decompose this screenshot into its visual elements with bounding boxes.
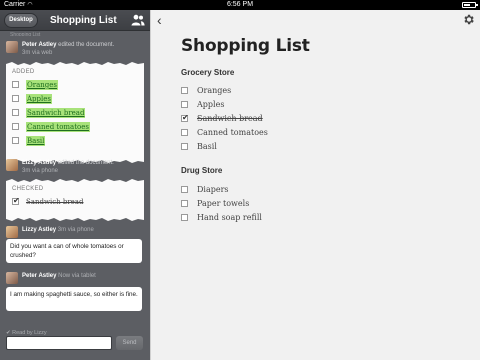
document-pane: ‹ Shopping List Grocery Store Oranges Ap… [150,10,480,360]
sidebar-header: Desktop Shopping List [0,10,150,31]
checkbox[interactable] [181,214,188,221]
section-heading: Grocery Store [181,68,235,77]
chat-bubble: Did you want a can of whole tomatoes or … [6,239,142,263]
activity-text: Lizzy Astley edited the document. 3m via… [22,159,144,175]
checkbox[interactable] [181,200,188,207]
torn-edge [6,179,144,183]
people-icon[interactable] [131,14,145,26]
activity-action: edited the document. [58,42,115,48]
checkbox[interactable] [181,143,188,150]
section-heading: Drug Store [181,166,223,175]
checkbox [12,137,19,144]
checkbox [12,109,19,116]
sidebar-title: Shopping List [50,15,117,26]
message-input[interactable] [6,336,112,350]
item-text: Canned tomatoes [26,122,90,132]
item-text: Basil [26,136,46,146]
torn-edge [6,62,144,66]
truncated-text: Shopping List [10,32,41,36]
item-text: Canned tomatoes [197,128,268,137]
message-meta: Lizzy Astley 3m via phone [22,226,144,234]
send-button[interactable]: Send [116,336,143,350]
activity-meta: 3m via web [22,50,53,56]
checkmark-icon: ✔ [13,196,20,205]
activity-entry: Lizzy Astley edited the document. 3m via… [6,159,144,179]
checked-changes-card: CHECKED ✔ Sandwich bread [6,179,144,221]
gear-icon[interactable] [462,13,475,26]
activity-sidebar: Desktop Shopping List Shopping List Pete… [0,10,150,360]
clock: 6:56 PM [226,1,254,8]
message-via: Now via tablet [58,273,96,279]
checkmark-icon: ✔ [182,113,189,122]
author-name: Peter Astley [22,273,57,279]
item-text: Sandwich bread [197,114,263,123]
checkbox[interactable] [181,129,188,136]
item-text: Basil [197,142,217,151]
activity-entry: Peter Astley edited the document. 3m via… [6,41,144,61]
checkbox [12,123,19,130]
item-text: Paper towels [197,199,250,208]
checkbox[interactable] [181,87,188,94]
avatar [6,159,18,171]
avatar [6,226,18,238]
avatar [6,41,18,53]
checkbox: ✔ [12,196,20,205]
author-name: Lizzy Astley [22,160,57,166]
author-name: Lizzy Astley [22,227,57,233]
item-text: Hand soap refill [197,213,262,222]
checkbox[interactable]: ✔ [181,113,189,122]
item-text: Apples [26,94,52,104]
checkbox[interactable] [181,186,188,193]
checkbox [12,81,19,88]
added-changes-card: ADDED Oranges Apples Sandwich bread Cann… [6,62,144,163]
status-bar: Carrier ◠ 6:56 PM [0,0,480,10]
avatar [6,272,18,284]
item-text: Sandwich bread [26,198,84,206]
item-text: Apples [197,100,225,109]
chat-bubble: I am making spaghetti sauce, so either i… [6,287,142,311]
document-title: Shopping List [181,36,310,56]
activity-text: Peter Astley edited the document. 3m via… [22,41,144,57]
activity-action: edited the document. [57,160,114,166]
item-text: Diapers [197,185,229,194]
message-meta: Peter Astley Now via tablet [22,272,144,280]
checked-label: CHECKED [12,186,44,192]
item-text: Oranges [197,86,232,95]
item-text: Sandwich bread [26,108,86,118]
checkbox [12,95,19,102]
battery-icon [462,2,478,8]
chevron-left-icon[interactable]: ‹ [157,13,167,27]
added-label: ADDED [12,69,35,75]
torn-edge [6,217,144,221]
desktop-button[interactable]: Desktop [4,13,38,28]
item-text: Oranges [26,80,58,90]
activity-meta: 3m via phone [22,168,59,174]
checkbox[interactable] [181,101,188,108]
author-name: Peter Astley [22,42,57,48]
message-via: 3m via phone [57,227,94,233]
